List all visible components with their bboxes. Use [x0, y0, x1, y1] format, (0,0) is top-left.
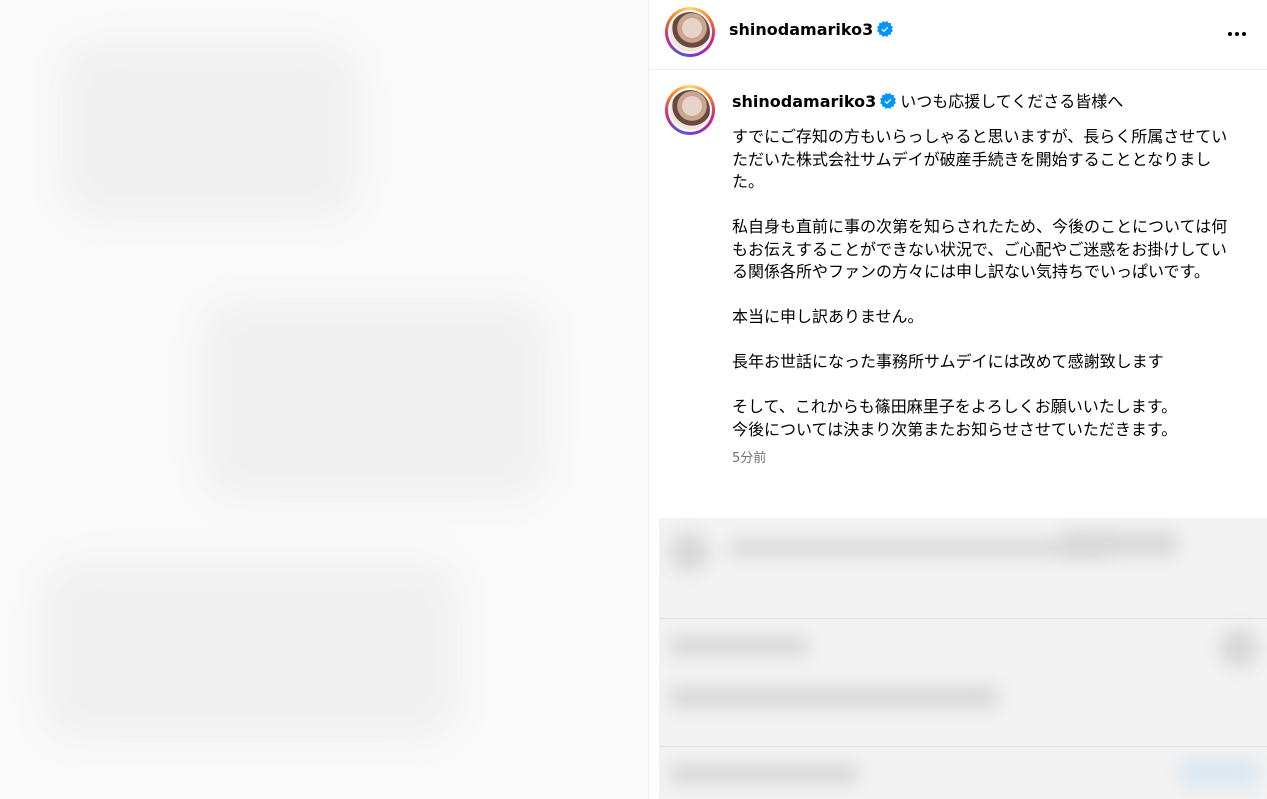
- more-options-icon: [1228, 32, 1232, 36]
- post-media-blurred: [0, 0, 648, 799]
- caption-title: いつも応援してくださる皆様へ: [900, 92, 1124, 111]
- verified-badge-icon: [880, 93, 897, 109]
- post-timestamp[interactable]: 5分前: [732, 447, 1242, 466]
- caption-avatar[interactable]: [665, 85, 715, 135]
- header-username-link[interactable]: shinodamariko3: [729, 20, 873, 39]
- verified-badge-icon: [877, 21, 894, 37]
- more-options-button[interactable]: [1225, 22, 1249, 46]
- caption-text: すでにご存知の方もいらっしゃると思いますが、長らく所属させていただいた株式会社サ…: [732, 127, 1228, 439]
- caption-username-link[interactable]: shinodamariko3: [732, 92, 876, 111]
- avatar[interactable]: [665, 7, 715, 57]
- post-side-panel: shinodamariko3 shinodamariko3 いつも応援してくださ…: [649, 0, 1267, 799]
- post-header: shinodamariko3: [649, 0, 1267, 70]
- comments-blurred: [659, 518, 1267, 799]
